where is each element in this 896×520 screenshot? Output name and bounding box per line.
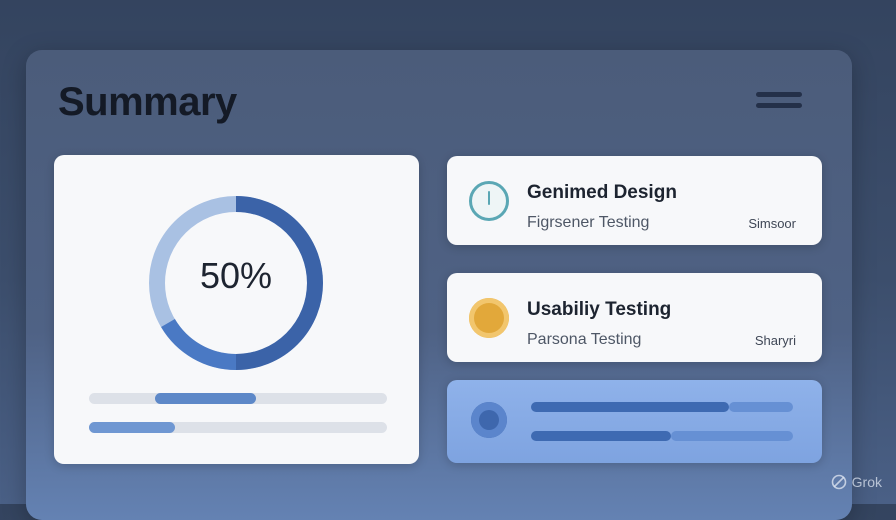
grok-logo-icon: [831, 474, 846, 490]
list-item-subtitle: Figrsener Testing: [527, 214, 650, 231]
progress-ring-highlight: [161, 318, 237, 370]
list-item-design[interactable]: Genimed Design Figrsener Testing Simsoor: [447, 156, 822, 245]
progress-percent: 50%: [199, 255, 273, 296]
avatar-icon: [471, 402, 507, 438]
list-item-title: Genimed Design: [527, 182, 677, 203]
list-item-meta: Sharyri: [754, 333, 796, 348]
progress-bar-2: [89, 422, 387, 433]
progress-card[interactable]: 50%: [54, 155, 419, 464]
placeholder-line-1: [531, 402, 729, 412]
placeholder-line-1-tail: [729, 402, 793, 412]
grok-watermark: Grok: [831, 474, 882, 490]
placeholder-line-2-tail: [671, 431, 793, 441]
page-title: Summary: [58, 80, 237, 124]
progress-bar-1-fill: [154, 393, 256, 404]
progress-bar-2-fill: [89, 422, 176, 433]
list-item-subtitle: Parsona Testing: [527, 331, 642, 348]
list-item-title: Usabiliy Testing: [527, 299, 672, 320]
menu-button[interactable]: [756, 90, 804, 120]
clock-icon: [469, 181, 509, 221]
placeholder-line-2: [531, 431, 671, 441]
hamburger-menu-icon-line: [756, 103, 802, 108]
list-item-meta: Simsoor: [748, 216, 796, 231]
coin-icon: [469, 298, 509, 338]
list-item-usability[interactable]: Usabiliy Testing Parsona Testing Sharyri: [447, 273, 822, 362]
progress-bar-1: [89, 393, 387, 404]
watermark-text: Grok: [851, 474, 882, 490]
hamburger-menu-icon: [756, 92, 802, 97]
list-item-placeholder[interactable]: [447, 380, 822, 463]
